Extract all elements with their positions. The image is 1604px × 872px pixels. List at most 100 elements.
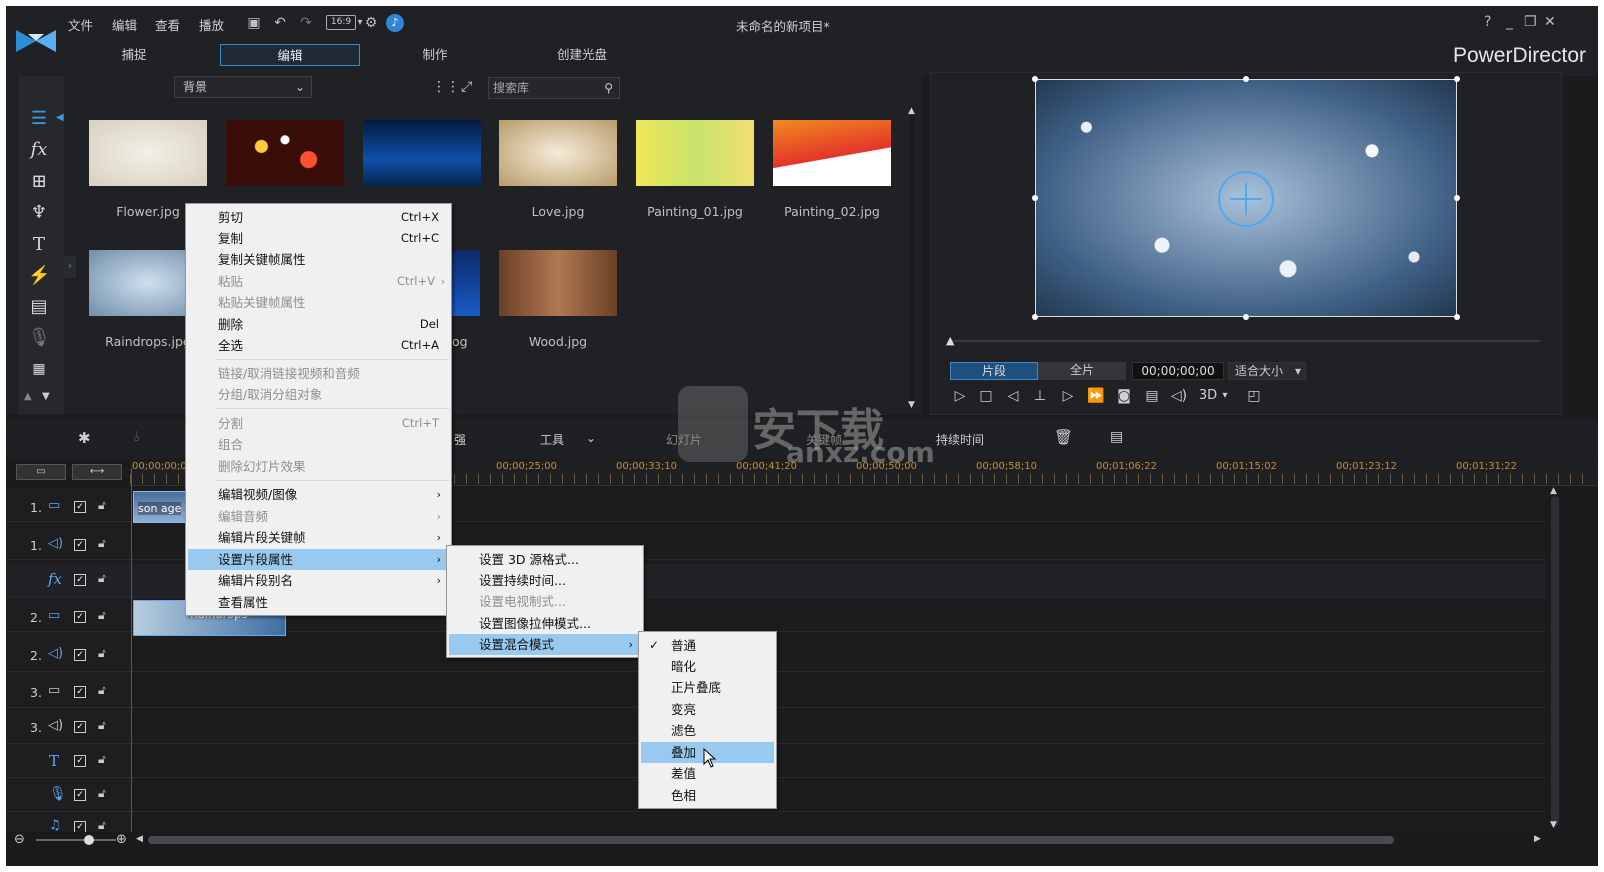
zoom-slider[interactable] <box>36 839 116 841</box>
scroll-down-icon[interactable]: ▼ <box>908 400 915 410</box>
lock-icon[interactable]: 🔓︎ <box>98 536 106 551</box>
resize-handle[interactable] <box>1454 314 1460 320</box>
thumbnail-blue[interactable] <box>363 120 481 186</box>
tab-edit[interactable]: 编辑 <box>220 44 360 66</box>
zoom-out-icon[interactable]: ⊖ <box>14 832 25 847</box>
split-icon[interactable]: ⊥ <box>1030 386 1050 406</box>
chevron-down-icon[interactable]: ▾ <box>1220 386 1230 406</box>
media-room-icon[interactable]: ☰ <box>28 108 50 130</box>
track-enable-checkbox[interactable]: ✓ <box>74 649 86 661</box>
microphone-icon[interactable]: 🎙 <box>28 327 51 349</box>
preview-seek-bar[interactable] <box>950 340 1540 342</box>
menu-file[interactable]: 文件 <box>68 15 93 34</box>
search-icon[interactable]: ⚲ <box>604 78 613 98</box>
thumbnail-wood[interactable] <box>499 250 617 316</box>
enhance-button[interactable]: 强 <box>454 431 466 448</box>
menu-item-cut[interactable]: 剪切 Ctrl+X <box>188 207 449 228</box>
next-frame-icon[interactable]: ▷ <box>1058 386 1078 406</box>
resize-handle[interactable] <box>1032 314 1038 320</box>
subtitle-icon[interactable]: ▤ <box>1142 386 1162 406</box>
undo-icon[interactable]: ↶ <box>271 14 289 32</box>
lock-icon[interactable]: 🔓︎ <box>98 498 106 513</box>
resize-handle[interactable] <box>1032 76 1038 82</box>
restore-icon[interactable]: ❐ <box>1524 14 1537 30</box>
resize-handle[interactable] <box>1454 76 1460 82</box>
menu-item-select-all[interactable]: 全选 Ctrl+A <box>188 335 449 356</box>
blend-darken[interactable]: 暗化 <box>641 656 774 677</box>
thumbnail-painting-02[interactable] <box>773 120 891 186</box>
menu-item-stretch-mode[interactable]: 设置图像拉伸模式... <box>449 613 641 634</box>
undock-icon[interactable]: ◰ <box>1244 386 1264 406</box>
lock-icon[interactable]: 🔓︎ <box>98 786 106 801</box>
resize-handle[interactable] <box>1243 314 1249 320</box>
track-enable-checkbox[interactable]: ✓ <box>74 686 86 698</box>
menu-item-link-av[interactable]: 链接/取消链接视频和音频 <box>188 363 449 384</box>
subtitle-room-icon[interactable]: ▤ <box>28 296 50 318</box>
menu-item-paste-keyframe[interactable]: 粘贴关键帧属性 <box>188 292 449 313</box>
tools-button[interactable]: 工具 <box>540 431 564 448</box>
zoom-in-icon[interactable]: ⊕ <box>116 832 127 847</box>
menu-item-split[interactable]: 分割 Ctrl+T <box>188 413 449 434</box>
library-scrollbar[interactable] <box>909 106 915 406</box>
fit-size-dropdown[interactable]: 适合大小 ▾ <box>1228 362 1306 380</box>
lock-icon[interactable]: 🔓︎ <box>98 818 106 833</box>
scroll-up-icon[interactable]: ▲ <box>1550 486 1557 496</box>
tab-create-disc[interactable]: 创建光盘 <box>512 44 652 66</box>
resize-handle[interactable] <box>1032 195 1038 201</box>
track-manager-button[interactable]: ▭ <box>16 464 66 480</box>
lock-icon[interactable]: 🔓︎ <box>98 646 106 661</box>
menu-item-remove-slideshow[interactable]: 删除幻灯片效果 <box>188 456 449 477</box>
menu-item-group[interactable]: 分组/取消分组对象 <box>188 384 449 405</box>
chevron-down-icon[interactable]: ⌄ <box>586 431 596 445</box>
gear-icon[interactable]: ⚙ <box>362 14 380 32</box>
resize-handle[interactable] <box>1243 76 1249 82</box>
track-enable-checkbox[interactable]: ✓ <box>74 611 86 623</box>
fullscreen-icon[interactable]: ⤢ <box>461 79 472 95</box>
menu-item-edit-audio[interactable]: 编辑音频 › <box>188 506 449 527</box>
menu-item-3d-format[interactable]: 设置 3D 源格式... <box>449 549 641 570</box>
scroll-down-icon[interactable]: ▼ <box>42 391 50 402</box>
close-icon[interactable]: ✕ <box>1544 14 1556 30</box>
menu-item-edit-video[interactable]: 编辑视频/图像 › <box>188 484 449 505</box>
library-search-input[interactable]: 搜索库 ⚲ <box>488 77 620 99</box>
clip-properties-icon[interactable]: ▤ <box>1110 429 1123 445</box>
expand-panel-icon[interactable]: › <box>64 256 76 278</box>
menu-item-copy-keyframe[interactable]: 复制关键帧属性 <box>188 249 449 270</box>
play-icon[interactable]: ▷ <box>950 386 970 406</box>
help-icon[interactable]: ? <box>1484 14 1491 30</box>
scroll-down-icon[interactable]: ▼ <box>1550 820 1557 830</box>
timecode-display[interactable]: 00;00;00;00 <box>1132 362 1224 380</box>
zoom-slider-thumb[interactable] <box>84 835 94 845</box>
timeline-hscrollbar[interactable] <box>148 836 1394 844</box>
lock-icon[interactable]: 🔓︎ <box>98 571 106 586</box>
menu-item-copy[interactable]: 复制 Ctrl+C <box>188 228 449 249</box>
save-icon[interactable]: ▣ <box>245 14 263 32</box>
library-category-dropdown[interactable]: 背景 ⌄ <box>174 76 312 98</box>
menu-item-delete[interactable]: 删除 Del <box>188 314 449 335</box>
chapter-room-icon[interactable]: ▦ <box>28 358 50 380</box>
trim-icon[interactable]: ⫰ <box>134 429 140 445</box>
trash-icon[interactable]: 🗑 <box>1054 428 1073 446</box>
fx-room-icon[interactable]: fx <box>28 139 50 161</box>
previous-frame-icon[interactable]: ◁ <box>1003 386 1023 406</box>
grid-view-icon[interactable]: ⋮⋮ <box>432 79 460 95</box>
snapshot-icon[interactable]: ◙ <box>1114 386 1134 406</box>
playhead[interactable] <box>131 468 132 836</box>
redo-icon[interactable]: ↷ <box>297 14 315 32</box>
scroll-left-icon[interactable]: ◀ <box>136 834 143 844</box>
thumbnail-partial[interactable] <box>452 250 480 316</box>
pip-room-icon[interactable]: ⊞ <box>28 171 50 193</box>
track-enable-checkbox[interactable]: ✓ <box>74 721 86 733</box>
menu-item-tv-format[interactable]: 设置电视制式... <box>449 591 641 612</box>
fit-timeline-button[interactable]: ⟷ <box>72 464 122 480</box>
menu-item-edit-keyframes[interactable]: 编辑片段关键帧 › <box>188 527 449 548</box>
track-enable-checkbox[interactable]: ✓ <box>74 539 86 551</box>
track-enable-checkbox[interactable]: ✓ <box>74 755 86 767</box>
blend-normal[interactable]: ✓ 普通 <box>641 635 774 656</box>
movie-mode-button[interactable]: 全片 <box>1038 362 1126 380</box>
scroll-up-icon[interactable]: ▲ <box>24 391 32 402</box>
notification-icon[interactable]: ♪ <box>386 14 404 32</box>
lock-icon[interactable]: 🔓︎ <box>98 718 106 733</box>
track-enable-checkbox[interactable]: ✓ <box>74 501 86 513</box>
menu-edit[interactable]: 编辑 <box>112 15 137 34</box>
